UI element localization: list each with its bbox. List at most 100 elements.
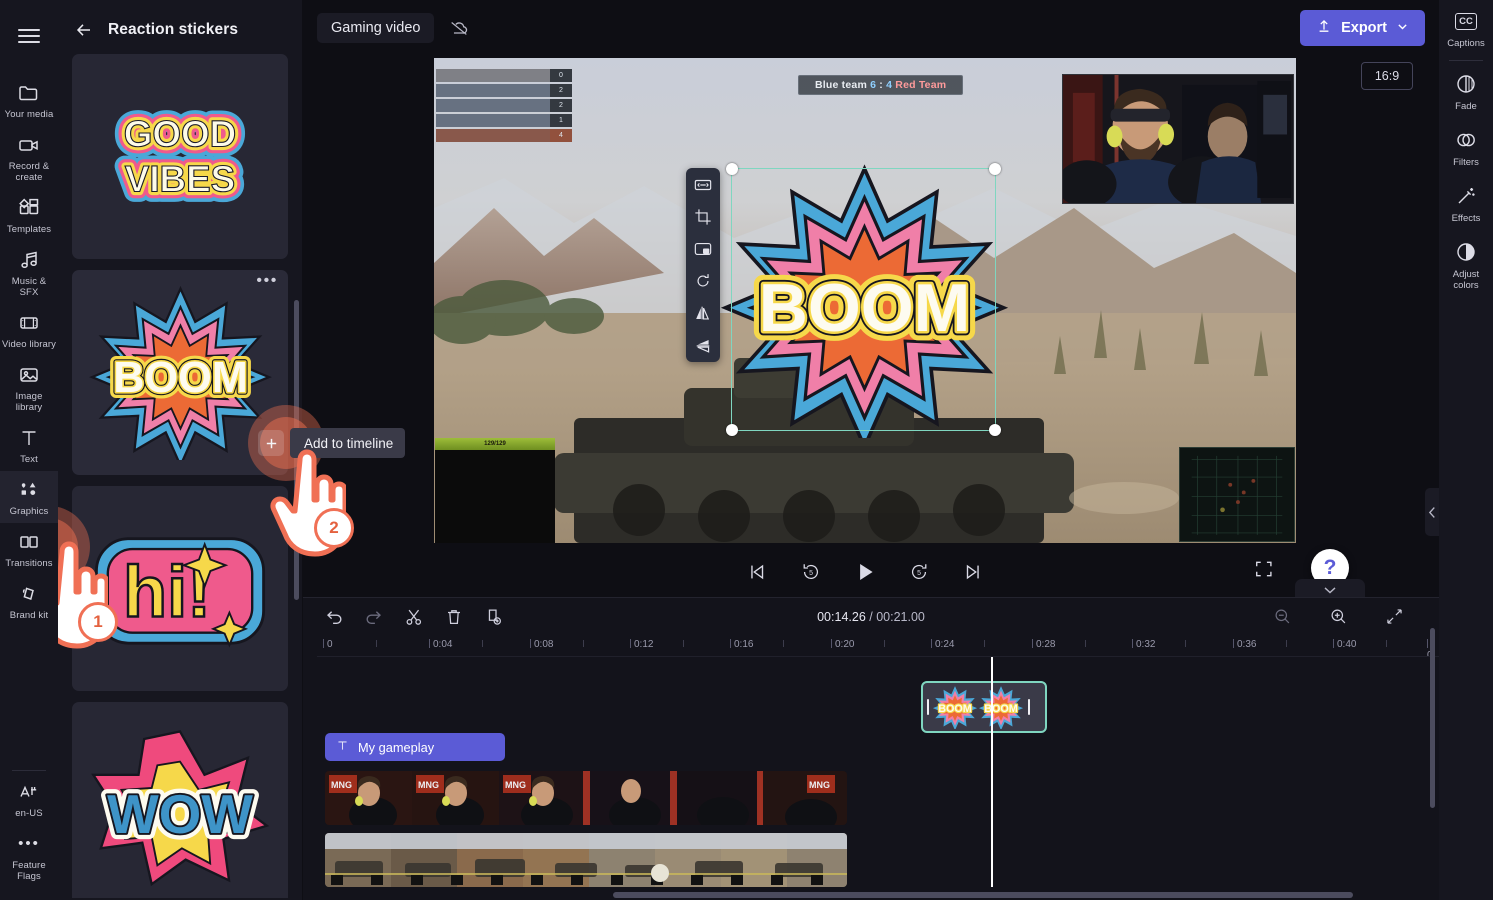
sidebar-item-graphics[interactable]: Graphics [0,471,58,523]
top-bar: Gaming video Export [303,0,1439,56]
rotate-icon[interactable] [692,270,714,292]
hamburger-menu-icon[interactable] [8,16,50,56]
sidebar-item-label: Graphics [9,506,49,517]
sidebar-item-music-sfx[interactable]: Music & SFX [0,241,58,304]
page-title: Reaction stickers [108,21,239,38]
timeline-vertical-scrollbar[interactable] [1430,628,1435,808]
sidebar-item-label: Your media [4,109,54,120]
tab-fade[interactable]: Fade [1439,63,1493,119]
sticker-card-hi[interactable]: hi! [72,486,288,691]
resize-handle-bottom-left[interactable] [726,424,738,436]
tab-adjust-colors[interactable]: Adjust colors [1439,231,1493,298]
player-controls: 5 5 [434,548,1296,596]
redo-icon[interactable] [361,604,387,630]
trash-icon[interactable] [441,604,467,630]
sidebar-item-your-media[interactable]: Your media [0,74,58,126]
flip-horizontal-icon[interactable] [692,302,714,324]
wow-sticker: WOW WOW WOW [91,730,270,887]
sidebar-item-feature-flags[interactable]: ••• Feature Flags [0,825,58,888]
scoreboard-row: 2 [436,99,572,112]
sticker-card-boom[interactable]: ••• BOOM BOOM BOOM BOOM [72,270,288,475]
sidebar-item-video-library[interactable]: Video library [0,304,58,356]
more-options-icon[interactable]: ••• [256,273,278,289]
export-button[interactable]: Export [1300,10,1425,46]
aspect-ratio-button[interactable]: 16:9 [1361,62,1413,90]
ruler-tick: 0:16 [730,639,753,650]
resize-handle-top-right[interactable] [989,163,1001,175]
duplicate-icon[interactable] [481,604,507,630]
add-to-timeline-plus-icon[interactable] [258,430,284,456]
sidebar-item-text[interactable]: Text [0,419,58,471]
adjust-colors-icon [1454,240,1478,264]
clip-trim-handle-left[interactable] [923,683,932,731]
zoom-in-icon[interactable] [1325,604,1351,630]
crop-icon[interactable] [692,206,714,228]
tooltip-add-to-timeline: Add to timeline [290,428,406,458]
play-icon[interactable] [852,559,878,585]
timeline-ruler[interactable]: 0 0:04 0:08 0:12 0:16 0:20 0:24 0:28 0:3… [317,635,1439,657]
clip-thumb-boom: BOOM BOOM [978,686,1024,729]
ammo-counter: 129/129 [435,438,555,450]
svg-text:VIBES: VIBES [125,158,235,199]
minimap [1179,447,1295,542]
score-banner: Blue team 6 : 4 Red Team [798,75,964,95]
sidebar-item-label: Text [20,454,38,465]
text-t-icon [16,426,42,450]
svg-text:5: 5 [809,570,813,577]
pip-icon[interactable] [692,238,714,260]
skip-end-icon[interactable] [960,559,986,585]
tab-captions[interactable]: CC Captions [1439,0,1493,56]
sidebar-item-record-create[interactable]: Record & create [0,126,58,189]
timeline-clip-sticker[interactable]: BOOM BOOM BOOM BOOM [921,681,1047,733]
tab-filters[interactable]: Filters [1439,119,1493,175]
sidebar-item-templates[interactable]: Templates [0,189,58,241]
cloud-off-icon[interactable] [448,17,470,39]
flip-vertical-icon[interactable] [692,334,714,356]
selection-box[interactable] [726,163,1001,436]
svg-text:MNG: MNG [505,780,526,790]
sidebar-item-brand-kit[interactable]: Brand kit [0,575,58,627]
back-arrow-icon[interactable] [74,20,94,40]
clip-trim-handle-right[interactable] [1024,683,1033,731]
panel-header: Reaction stickers [58,0,302,50]
text-t-icon [336,739,349,755]
video-preview[interactable]: 0 2 2 1 4 Blue team 6 : 4 Red Team 129/1… [434,58,1296,543]
project-name-field[interactable]: Gaming video [317,13,435,43]
svg-text:BOOM: BOOM [938,703,972,715]
sticker-list: GOOD GOOD GOOD GOOD VIBES VIBES VIBES VI… [58,50,302,898]
ruler-tick: 0:12 [630,639,653,650]
timeline-clip-text[interactable]: My gameplay [325,733,505,761]
overlay-tools-toolbar [686,168,720,362]
total-time: / 00:21.00 [869,609,925,624]
collapse-preview-panel-button[interactable] [1425,488,1439,536]
fit-timeline-icon[interactable] [1381,604,1407,630]
timeline-clip-webcam[interactable]: MNG MNG MNG MNG [325,771,847,825]
sidebar-item-image-library[interactable]: Image library [0,356,58,419]
sticker-card-good-vibes[interactable]: GOOD GOOD GOOD GOOD VIBES VIBES VIBES VI… [72,54,288,259]
resize-handle-top-left[interactable] [726,163,738,175]
score-team-red-label: Red Team [895,79,947,91]
right-rail-label: Fade [1455,101,1477,112]
fullscreen-icon[interactable] [1254,559,1276,581]
fit-icon[interactable] [692,174,714,196]
undo-icon[interactable] [321,604,347,630]
sticker-card-wow[interactable]: WOW WOW WOW [72,702,288,898]
timeline-clip-gameplay[interactable] [325,833,847,887]
resize-handle-bottom-right[interactable] [989,424,1001,436]
scoreboard-row: 2 [436,84,572,97]
timeline-horizontal-scrollbar[interactable] [613,892,1353,898]
rewind-5-icon[interactable]: 5 [798,559,824,585]
skip-start-icon[interactable] [744,559,770,585]
svg-text:BOOM: BOOM [984,703,1018,715]
forward-5-icon[interactable]: 5 [906,559,932,585]
clip-filmstrip-gameplay [325,833,847,887]
right-rail-divider [1449,60,1483,61]
sidebar-item-language[interactable]: en-US [0,773,58,825]
tab-effects[interactable]: Effects [1439,175,1493,231]
clipchamp-editor: Your media Record & create Templates Mus… [0,0,1493,900]
main-area: Gaming video Export 16:9 0 2 2 1 4 Blue … [303,0,1439,900]
sidebar-item-transitions[interactable]: Transitions [0,523,58,575]
zoom-out-icon[interactable] [1269,604,1295,630]
ruler-tick: 0:08 [530,639,553,650]
scissors-icon[interactable] [401,604,427,630]
